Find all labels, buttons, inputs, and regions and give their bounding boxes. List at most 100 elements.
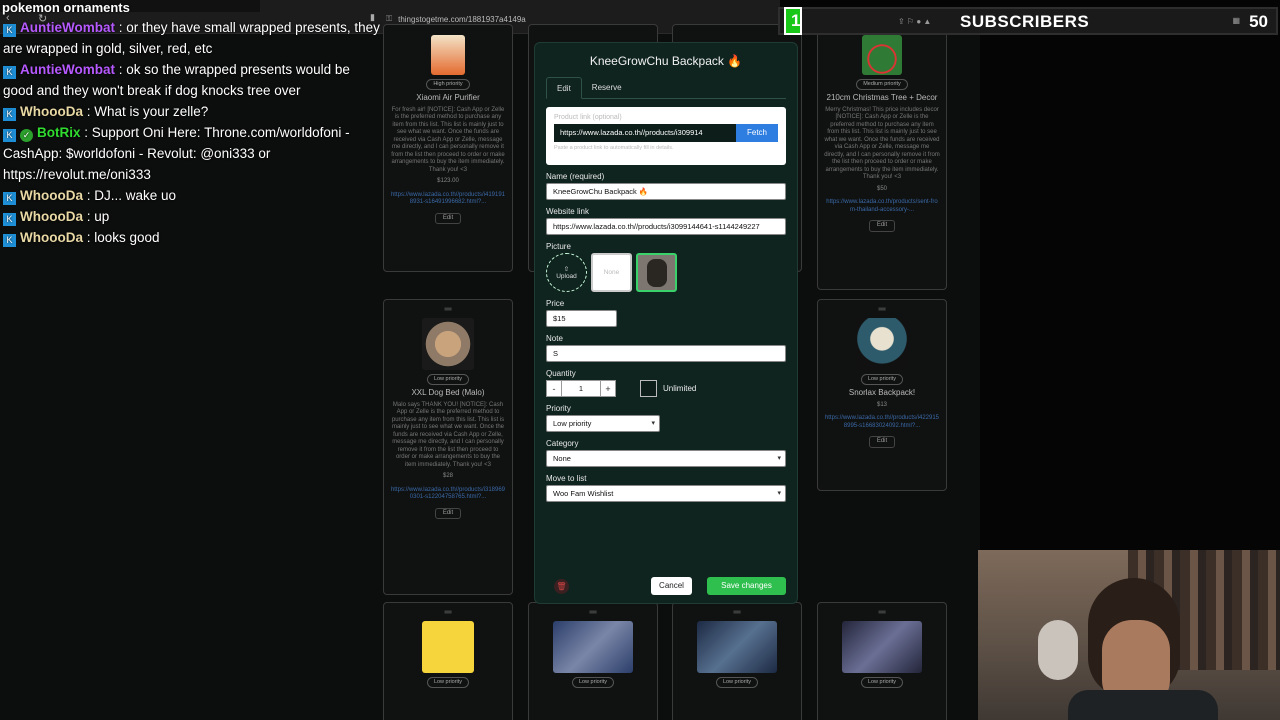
price-input[interactable]: $15 xyxy=(546,310,617,327)
quantity-stepper: - 1 + Unlimited xyxy=(546,380,786,397)
chat-text: : What is your zelle? xyxy=(83,104,209,119)
widget-icon: ▦ xyxy=(1232,16,1240,25)
kick-badge-icon: K xyxy=(3,108,16,121)
unlimited-checkbox[interactable] xyxy=(640,380,657,397)
chat-top-line: pokemon ornaments xyxy=(2,0,130,15)
item-title: Xiaomi Air Purifier xyxy=(416,92,480,102)
item-link[interactable]: https://www.lazada.co.th/products/sent-f… xyxy=(824,199,940,214)
chat-message: K WhoooDa : looks good xyxy=(0,227,380,248)
edit-button[interactable]: Edit xyxy=(434,212,462,225)
item-card-dog-bed: ═ Low priority XXL Dog Bed (Malo) Malo s… xyxy=(383,299,513,595)
item-description: Malo says THANK YOU! [NOTICE]: Cash App … xyxy=(391,401,505,468)
drag-handle-icon[interactable]: ═ xyxy=(390,305,506,315)
fire-icon: 🔥 xyxy=(638,187,649,196)
fetch-button[interactable]: Fetch xyxy=(736,124,778,142)
move-to-list-value: Woo Fam Wishlist xyxy=(553,489,614,498)
product-photo-option[interactable] xyxy=(636,253,677,292)
name-input[interactable]: KneeGrowChu Backpack 🔥 xyxy=(546,183,786,200)
streamer-shirt xyxy=(1068,690,1218,720)
priority-badge: Low priority xyxy=(715,677,759,688)
edit-item-modal: KneeGrowChu Backpack 🔥 Edit Reserve Prod… xyxy=(534,42,798,604)
move-to-list-label: Move to list xyxy=(546,474,587,483)
product-link-input[interactable]: https://www.lazada.co.th//products/i3099… xyxy=(554,124,736,142)
picture-options: ⇧ Upload None xyxy=(546,253,786,292)
webcam-feed xyxy=(978,550,1280,720)
item-price: $13 xyxy=(876,401,887,408)
kick-badge-icon: K xyxy=(3,213,16,226)
edit-button[interactable]: Edit xyxy=(868,220,896,232)
item-card-gundam-3: ═ Low priority xyxy=(817,602,947,720)
item-title: XXL Dog Bed (Malo) xyxy=(411,387,485,397)
item-description: Merry Christmas! This price includes dec… xyxy=(824,106,940,181)
chat-text: : up xyxy=(83,209,110,224)
address-bar-url: thingstogetme.com/1881937a4149a xyxy=(398,14,526,24)
priority-badge: Medium priority xyxy=(856,79,908,90)
price-label: Price xyxy=(546,299,565,308)
name-input-value: KneeGrowChu Backpack xyxy=(553,187,637,196)
priority-badge: Low priority xyxy=(571,677,615,688)
drag-handle-icon[interactable]: ═ xyxy=(390,608,506,618)
quantity-increment-button[interactable]: + xyxy=(600,380,616,397)
item-image xyxy=(862,35,902,75)
item-card-pikachu: ═ Low priority xyxy=(383,602,513,720)
chat-username: WhoooDa xyxy=(20,188,83,203)
website-label: Website link xyxy=(546,207,589,216)
no-picture-option[interactable]: None xyxy=(591,253,632,292)
subscriber-progress-number: 1 xyxy=(784,7,802,35)
site-info-icon[interactable]: ⚿ xyxy=(386,14,392,24)
item-card-snorlax: ═ Low priority Snorlax Backpack! $13 htt… xyxy=(817,299,947,491)
tab-edit[interactable]: Edit xyxy=(546,77,582,99)
item-title: 210cm Christmas Tree + Decor xyxy=(826,92,938,102)
chevron-down-icon: ▾ xyxy=(651,420,655,427)
chat-username: BotRix xyxy=(37,125,81,140)
category-label: Category xyxy=(546,439,579,448)
cancel-button[interactable]: Cancel xyxy=(651,577,692,595)
chat-text: : looks good xyxy=(83,230,160,245)
drag-handle-icon[interactable]: ═ xyxy=(535,608,651,618)
kick-badge-icon: K xyxy=(3,66,16,79)
chat-message: K ✓ BotRix : Support Oni Here: Throne.com/… xyxy=(0,122,380,185)
modal-title-text: KneeGrowChu Backpack xyxy=(589,54,724,68)
modal-tabs: Edit Reserve xyxy=(546,77,786,99)
edit-button[interactable]: Edit xyxy=(434,507,462,520)
item-link[interactable]: https://www.lazada.co.th//products/i4191… xyxy=(390,192,506,207)
item-image xyxy=(422,318,474,370)
note-input[interactable]: S xyxy=(546,345,786,362)
product-link-box: Product link (optional) https://www.laza… xyxy=(546,107,786,165)
quantity-input[interactable]: 1 xyxy=(562,380,600,397)
move-to-list-select[interactable]: Woo Fam Wishlist ▾ xyxy=(546,485,786,502)
priority-badge: Low priority xyxy=(426,374,470,385)
chat-message: K WhoooDa : What is your zelle? xyxy=(0,101,380,122)
website-input[interactable]: https://www.lazada.co.th//products/i3099… xyxy=(546,218,786,235)
stream-chat-overlay: pokemon ornaments K AuntieWombat : or the… xyxy=(0,0,380,248)
upload-picture-button[interactable]: ⇧ Upload xyxy=(546,253,587,292)
tab-reserve[interactable]: Reserve xyxy=(582,77,632,98)
category-select-value: None xyxy=(553,454,571,463)
item-card-gundam-1: ═ Low priority xyxy=(528,602,658,720)
picture-label: Picture xyxy=(546,242,571,251)
item-description: For fresh air! [NOTICE]: Cash App or Zel… xyxy=(391,106,505,173)
subscriber-goal-widget: 1 ⇪ ⚐ ● ▲ SUBSCRIBERS ▦ 50 xyxy=(778,7,1278,35)
priority-select[interactable]: Low priority ▾ xyxy=(546,415,660,432)
item-price: $50 xyxy=(876,185,887,192)
item-link[interactable]: https://www.lazada.co.th//products/i3189… xyxy=(390,487,506,502)
drag-handle-icon[interactable]: ═ xyxy=(824,608,940,618)
delete-icon[interactable]: 🗑 xyxy=(554,579,569,594)
item-image xyxy=(842,621,922,673)
item-card-gundam-2: ═ Low priority xyxy=(672,602,802,720)
item-card-christmas-tree: Medium priority 210cm Christmas Tree + D… xyxy=(817,24,947,290)
note-label: Note xyxy=(546,334,563,343)
drag-handle-icon[interactable]: ═ xyxy=(824,305,940,315)
quantity-decrement-button[interactable]: - xyxy=(546,380,562,397)
product-link-label: Product link (optional) xyxy=(554,114,622,121)
upload-icon: ⇧ xyxy=(563,266,570,273)
name-label: Name (required) xyxy=(546,172,605,181)
category-select[interactable]: None ▾ xyxy=(546,450,786,467)
edit-button[interactable]: Edit xyxy=(868,436,896,448)
backpack-thumbnail xyxy=(646,258,667,287)
save-changes-button[interactable]: Save changes xyxy=(707,577,786,595)
item-link[interactable]: https://www.lazada.co.th//products/i4229… xyxy=(824,415,940,430)
drag-handle-icon[interactable]: ═ xyxy=(679,608,795,618)
item-image xyxy=(422,621,474,673)
chat-message: K WhoooDa : up xyxy=(0,206,380,227)
